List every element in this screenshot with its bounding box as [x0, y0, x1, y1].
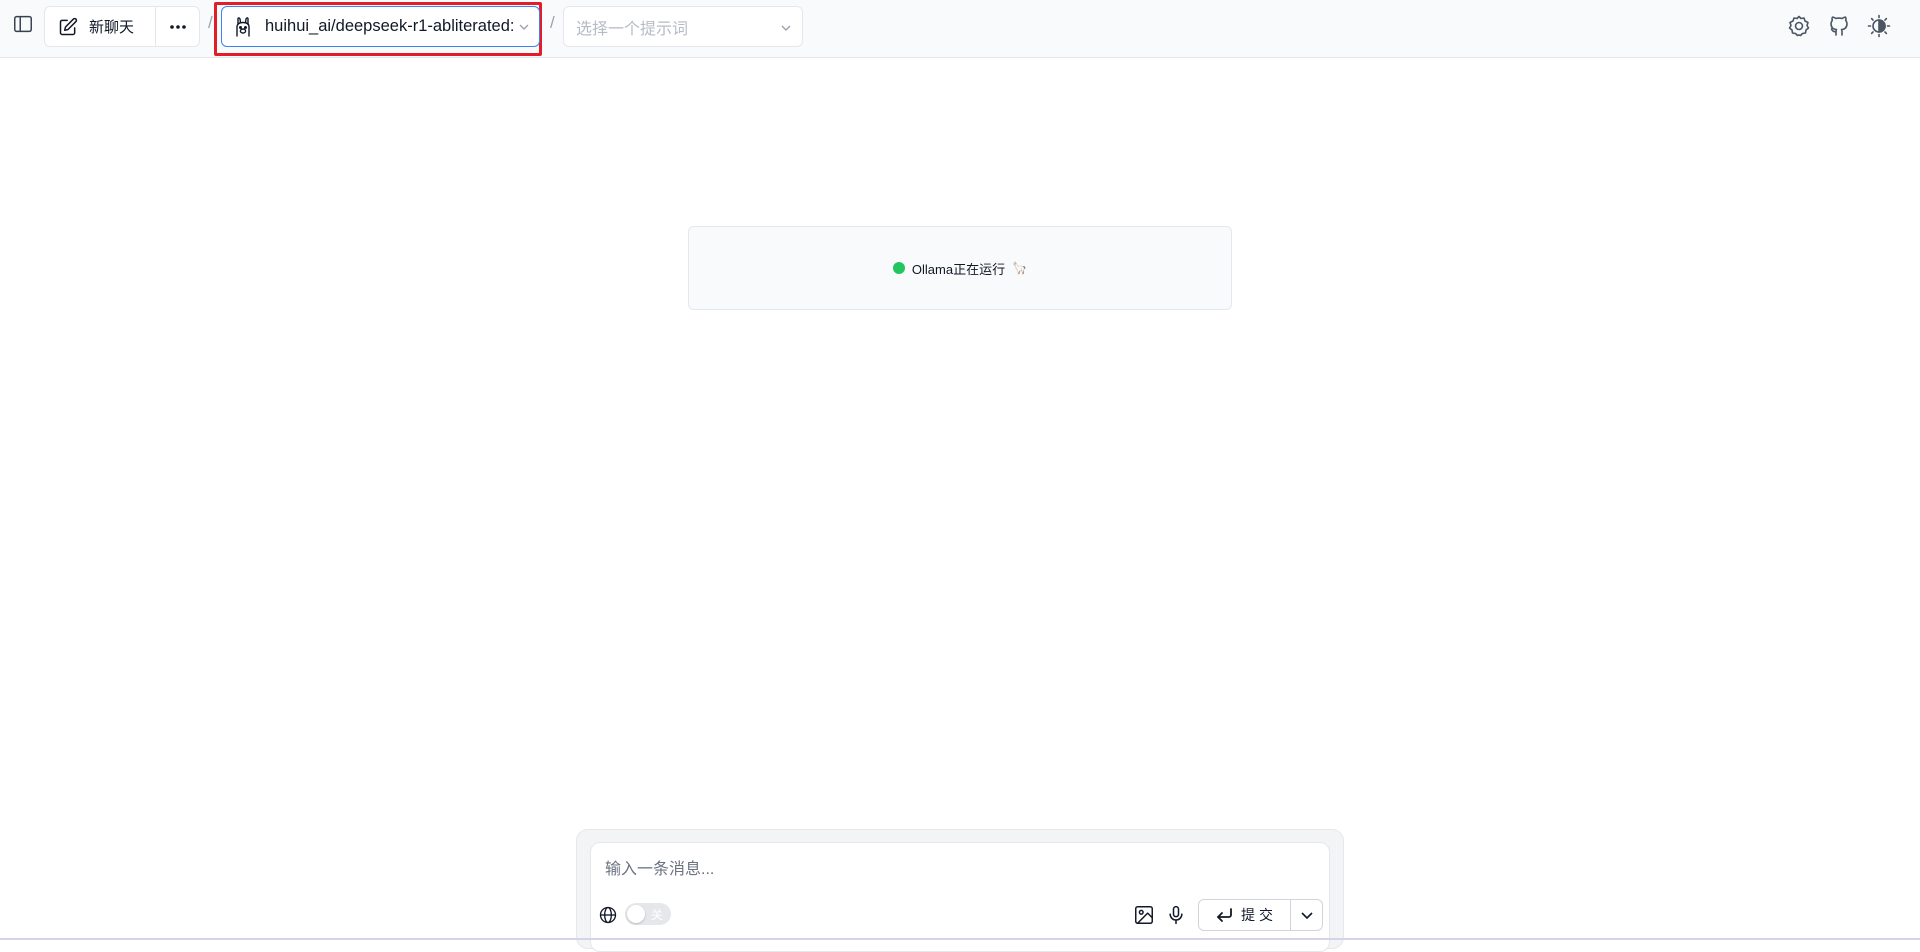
new-chat-button[interactable]: 新聊天: [45, 7, 156, 46]
sun-icon[interactable]: [1866, 13, 1892, 39]
submit-options-dropdown[interactable]: [1291, 900, 1322, 930]
model-select[interactable]: huihui_ai/deepseek-r1-abliterated:3: [221, 6, 540, 47]
more-options-button[interactable]: [156, 7, 199, 46]
ollama-status-card: Ollama正在运行 🦙: [688, 226, 1232, 310]
microphone-icon[interactable]: [1166, 904, 1186, 926]
toggle-knob: [627, 905, 645, 923]
toggle-label: 关: [651, 908, 664, 922]
chevron-down-icon: [518, 21, 530, 33]
sidebar-toggle-icon[interactable]: [11, 12, 35, 36]
breadcrumb-separator: /: [550, 13, 555, 32]
chevron-down-icon: [1300, 908, 1314, 922]
web-search-toggle[interactable]: 关: [625, 903, 671, 925]
new-chat-group: 新聊天: [44, 6, 200, 47]
github-icon[interactable]: [1826, 13, 1852, 39]
prompt-select[interactable]: 选择一个提示词: [563, 6, 803, 47]
model-select-value: huihui_ai/deepseek-r1-abliterated:3: [265, 17, 514, 35]
ellipsis-icon: [169, 24, 187, 30]
gear-icon[interactable]: [1786, 13, 1812, 39]
message-input[interactable]: [605, 858, 1305, 882]
llama-icon: [234, 16, 252, 38]
top-bar: 新聊天 / huihui_ai/deepseek-r1-abliterated:…: [0, 0, 1920, 58]
image-icon[interactable]: [1133, 904, 1155, 926]
submit-group: 提交: [1198, 899, 1323, 931]
status-text: Ollama正在运行: [911, 261, 1006, 277]
submit-button[interactable]: 提交: [1199, 900, 1291, 930]
submit-label: 提交: [1241, 907, 1277, 923]
enter-arrow-icon: [1215, 907, 1233, 923]
breadcrumb-separator: /: [208, 13, 213, 32]
llama-emoji: 🦙: [1012, 261, 1028, 275]
chevron-down-icon: [780, 22, 792, 34]
pencil-square-icon: [58, 17, 78, 37]
status-indicator-dot: [892, 262, 905, 274]
new-chat-label: 新聊天: [89, 19, 135, 36]
prompt-select-placeholder: 选择一个提示词: [576, 20, 689, 38]
globe-icon[interactable]: [598, 905, 618, 925]
